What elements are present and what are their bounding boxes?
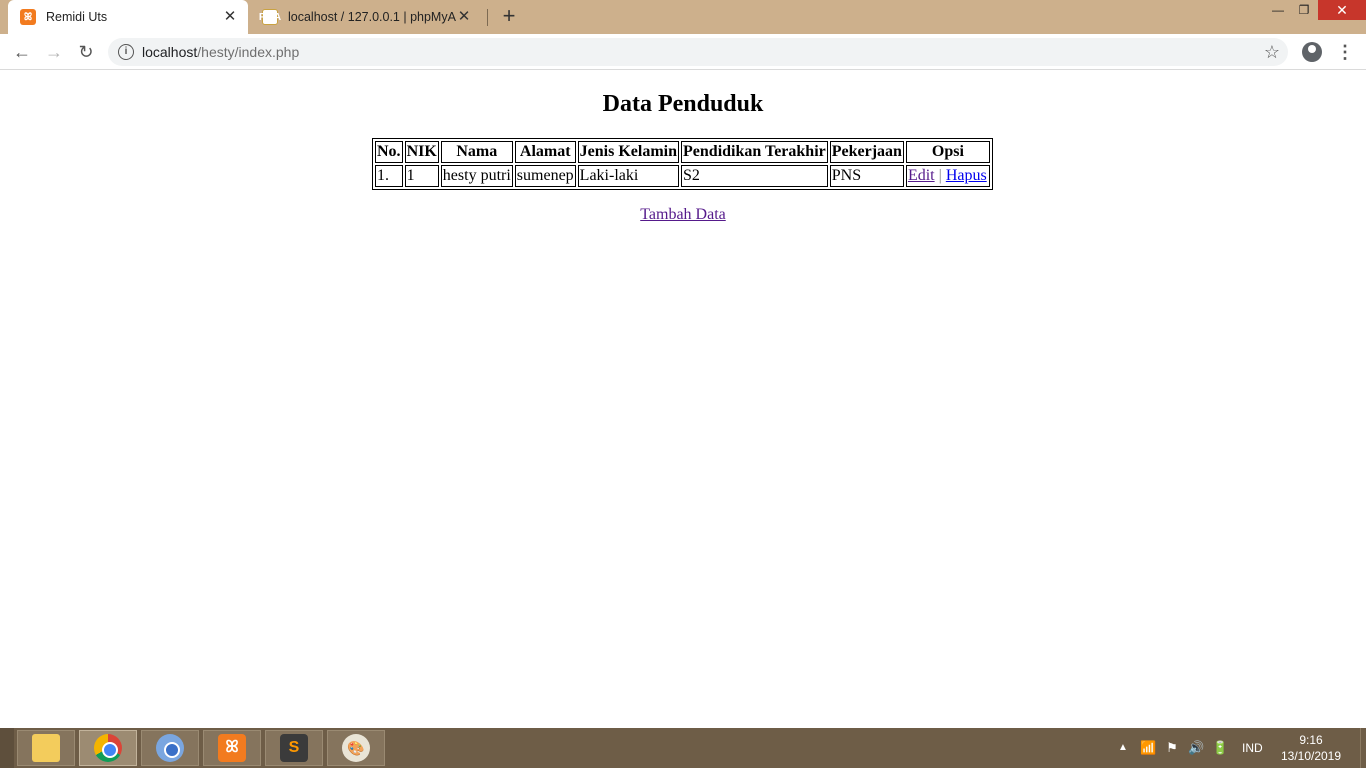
language-indicator[interactable]: IND: [1242, 728, 1263, 768]
url-host: localhost: [142, 44, 198, 60]
volume-icon[interactable]: 🔊: [1188, 728, 1204, 768]
taskbar-chrome[interactable]: [79, 730, 137, 766]
clock-date: 13/10/2019: [1280, 749, 1342, 763]
xampp-icon: ꕤ: [20, 9, 36, 25]
header-nama: Nama: [440, 141, 513, 163]
header-alamat: Alamat: [514, 141, 576, 163]
taskbar-file-explorer[interactable]: [17, 730, 75, 766]
taskbar-chromium[interactable]: [141, 730, 199, 766]
account-icon[interactable]: [1302, 42, 1322, 62]
phpmyadmin-icon: PMA: [259, 9, 281, 25]
start-button[interactable]: [0, 728, 14, 768]
add-data-container: Tambah Data: [0, 206, 1366, 224]
clock-time: 9:16: [1299, 733, 1323, 747]
taskbar-paint[interactable]: 🎨: [327, 730, 385, 766]
xampp-icon: ꕤ: [218, 734, 246, 762]
cell-no: 1.: [375, 165, 403, 187]
chrome-icon: [94, 734, 122, 762]
page-content: Data Penduduk No. NIK Nama Alamat Jenis …: [0, 71, 1366, 728]
paint-icon: 🎨: [342, 734, 370, 762]
system-clock[interactable]: 9:16 13/10/2019: [1278, 732, 1344, 764]
cell-nik: 1: [404, 165, 439, 187]
cell-alamat: sumenep: [514, 165, 576, 187]
tambah-data-link[interactable]: Tambah Data: [640, 206, 726, 223]
tab-phpmyadmin[interactable]: PMA localhost / 127.0.0.1 | phpMyAdmin ✕: [250, 0, 482, 34]
back-button[interactable]: ←: [10, 40, 34, 64]
cell-jenis-kelamin: Laki-laki: [577, 165, 680, 187]
close-icon[interactable]: ✕: [222, 9, 238, 25]
taskbar-sublime[interactable]: S: [265, 730, 323, 766]
address-bar[interactable]: i localhost/hesty/index.php ☆: [108, 38, 1288, 66]
network-icon[interactable]: 📶: [1140, 728, 1156, 768]
cell-pekerjaan: PNS: [829, 165, 904, 187]
new-tab-button[interactable]: +: [498, 5, 520, 27]
tab-title: Remidi Uts: [46, 10, 108, 24]
cell-opsi: Edit | Hapus: [905, 165, 990, 187]
hapus-link[interactable]: Hapus: [946, 167, 987, 184]
tab-divider: [487, 9, 488, 26]
header-nik: NIK: [404, 141, 439, 163]
header-no: No.: [375, 141, 403, 163]
sublime-text-icon: S: [280, 734, 308, 762]
cell-nama: hesty putri: [440, 165, 513, 187]
cell-pendidikan: S2: [681, 165, 828, 187]
reload-button[interactable]: ↻: [74, 40, 98, 64]
url-path: /hesty/index.php: [197, 44, 300, 60]
header-jenis-kelamin: Jenis Kelamin: [577, 141, 680, 163]
tab-title: localhost / 127.0.0.1 | phpMyAdmin: [288, 10, 456, 24]
forward-button[interactable]: →: [42, 40, 66, 64]
taskbar-xampp[interactable]: ꕤ: [203, 730, 261, 766]
tray-overflow-icon[interactable]: ▲: [1118, 728, 1128, 768]
table-row: 1. 1 hesty putri sumenep Laki-laki S2 PN…: [375, 165, 990, 187]
opsi-separator: |: [938, 167, 942, 184]
taskbar: ꕤ S 🎨 ▲ 📶 ⚑ 🔊 🔋 IND 9:16 13/10/2019: [0, 728, 1366, 768]
close-icon[interactable]: ✕: [456, 9, 472, 25]
info-icon[interactable]: i: [118, 44, 134, 60]
table-header-row: No. NIK Nama Alamat Jenis Kelamin Pendid…: [375, 141, 990, 163]
action-center-flag-icon[interactable]: ⚑: [1164, 728, 1180, 768]
battery-icon[interactable]: 🔋: [1212, 728, 1228, 768]
chromium-icon: [156, 734, 184, 762]
header-opsi: Opsi: [905, 141, 990, 163]
edit-link[interactable]: Edit: [908, 167, 935, 184]
header-pekerjaan: Pekerjaan: [829, 141, 904, 163]
minimize-button[interactable]: —: [1264, 0, 1292, 20]
header-pendidikan: Pendidikan Terakhir: [681, 141, 828, 163]
page-title: Data Penduduk: [602, 91, 764, 117]
file-explorer-icon: [32, 734, 60, 762]
close-window-button[interactable]: ✕: [1318, 0, 1366, 20]
tab-remidi-uts[interactable]: ꕤ Remidi Uts ✕: [8, 0, 248, 34]
maximize-button[interactable]: ❐: [1290, 0, 1318, 20]
bookmark-star-icon[interactable]: ☆: [1264, 40, 1280, 64]
address-url[interactable]: localhost/hesty/index.php: [142, 38, 299, 66]
tab-strip: ꕤ Remidi Uts ✕ PMA localhost / 127.0.0.1…: [0, 0, 1366, 34]
menu-icon[interactable]: ⋮: [1336, 41, 1354, 63]
browser-toolbar: ← → ↻ i localhost/hesty/index.php ☆ ⋮: [0, 34, 1366, 70]
show-desktop-button[interactable]: [1360, 728, 1366, 768]
data-table: No. NIK Nama Alamat Jenis Kelamin Pendid…: [372, 138, 993, 190]
